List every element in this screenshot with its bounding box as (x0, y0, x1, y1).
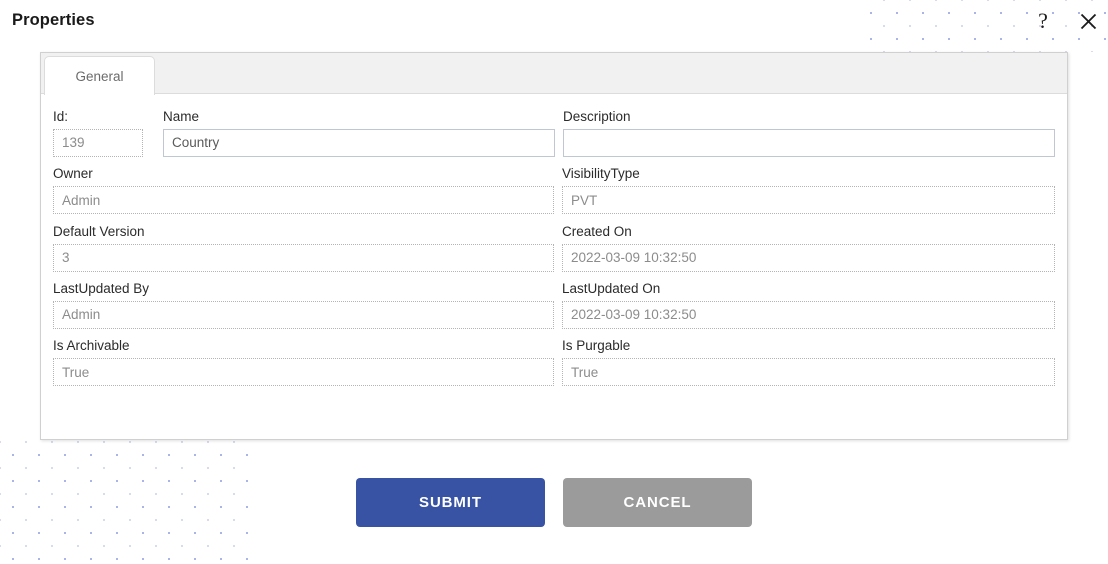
form-column-left: Default Version 3 (53, 223, 562, 272)
form-row: Default Version 3 Created On 2022-03-09 … (53, 223, 1055, 272)
form-column-left: Id: 139 Name Country (53, 109, 563, 157)
label-is-purgable: Is Purgable (561, 338, 631, 354)
close-icon-svg (1080, 13, 1096, 29)
form-row: Is Archivable True Is Purgable True (53, 338, 1055, 387)
form-column-right: LastUpdated On 2022-03-09 10:32:50 (561, 281, 1055, 329)
field-group-name: Name Country (163, 109, 555, 157)
properties-form: Id: 139 Name Country Description Owner A… (41, 94, 1067, 439)
form-column-right: VisibilityType PVT (561, 166, 1055, 215)
input-id[interactable]: 139 (53, 128, 143, 157)
form-row: Owner Admin VisibilityType PVT (53, 166, 1055, 215)
input-description[interactable] (563, 128, 1055, 157)
form-column-left: Is Archivable True (53, 338, 562, 387)
input-owner[interactable]: Admin (53, 186, 554, 215)
help-icon[interactable]: ? (1028, 6, 1058, 36)
form-row: LastUpdated By Admin LastUpdated On 2022… (53, 281, 1055, 329)
form-column-left: LastUpdated By Admin (53, 281, 562, 329)
label-description: Description (563, 109, 631, 124)
help-glyph: ? (1038, 8, 1048, 33)
dialog-title-bar: Properties ? (0, 0, 1108, 52)
tab-general-label: General (75, 68, 124, 84)
input-lastupdated-by[interactable]: Admin (53, 300, 554, 329)
input-is-archivable[interactable]: True (53, 358, 554, 387)
label-lastupdated-on: LastUpdated On (561, 281, 661, 297)
label-visibilitytype: VisibilityType (561, 166, 640, 182)
form-column-right: Is Purgable True (561, 338, 1055, 387)
close-icon[interactable] (1073, 6, 1103, 36)
label-created-on: Created On (561, 223, 632, 239)
cancel-button[interactable]: CANCEL (563, 478, 752, 527)
label-lastupdated-by: LastUpdated By (53, 281, 150, 297)
label-is-archivable: Is Archivable (53, 338, 130, 354)
label-name: Name (163, 109, 200, 124)
id-name-pair: Id: 139 Name Country (53, 109, 555, 157)
input-created-on[interactable]: 2022-03-09 10:32:50 (561, 243, 1055, 272)
label-id: Id: (53, 109, 69, 124)
input-is-purgable[interactable]: True (561, 358, 1055, 387)
input-visibilitytype[interactable]: PVT (561, 186, 1055, 215)
field-group-id: Id: 139 (53, 109, 163, 157)
submit-button[interactable]: SUBMIT (356, 478, 545, 527)
tab-strip: General (41, 53, 1067, 95)
input-default-version[interactable]: 3 (53, 243, 554, 272)
label-owner: Owner (53, 166, 93, 182)
label-default-version: Default Version (53, 223, 145, 239)
properties-panel: General Id: 139 Name Country Description… (40, 52, 1068, 440)
form-row: Id: 139 Name Country Description (53, 109, 1055, 157)
page-title: Properties (12, 11, 95, 29)
input-lastupdated-on[interactable]: 2022-03-09 10:32:50 (561, 300, 1055, 329)
input-name[interactable]: Country (163, 128, 555, 157)
tab-general[interactable]: General (44, 56, 155, 95)
form-column-right: Description (563, 109, 1055, 157)
form-column-right: Created On 2022-03-09 10:32:50 (561, 223, 1055, 272)
dialog-actions: SUBMIT CANCEL (0, 478, 1108, 527)
form-column-left: Owner Admin (53, 166, 562, 215)
